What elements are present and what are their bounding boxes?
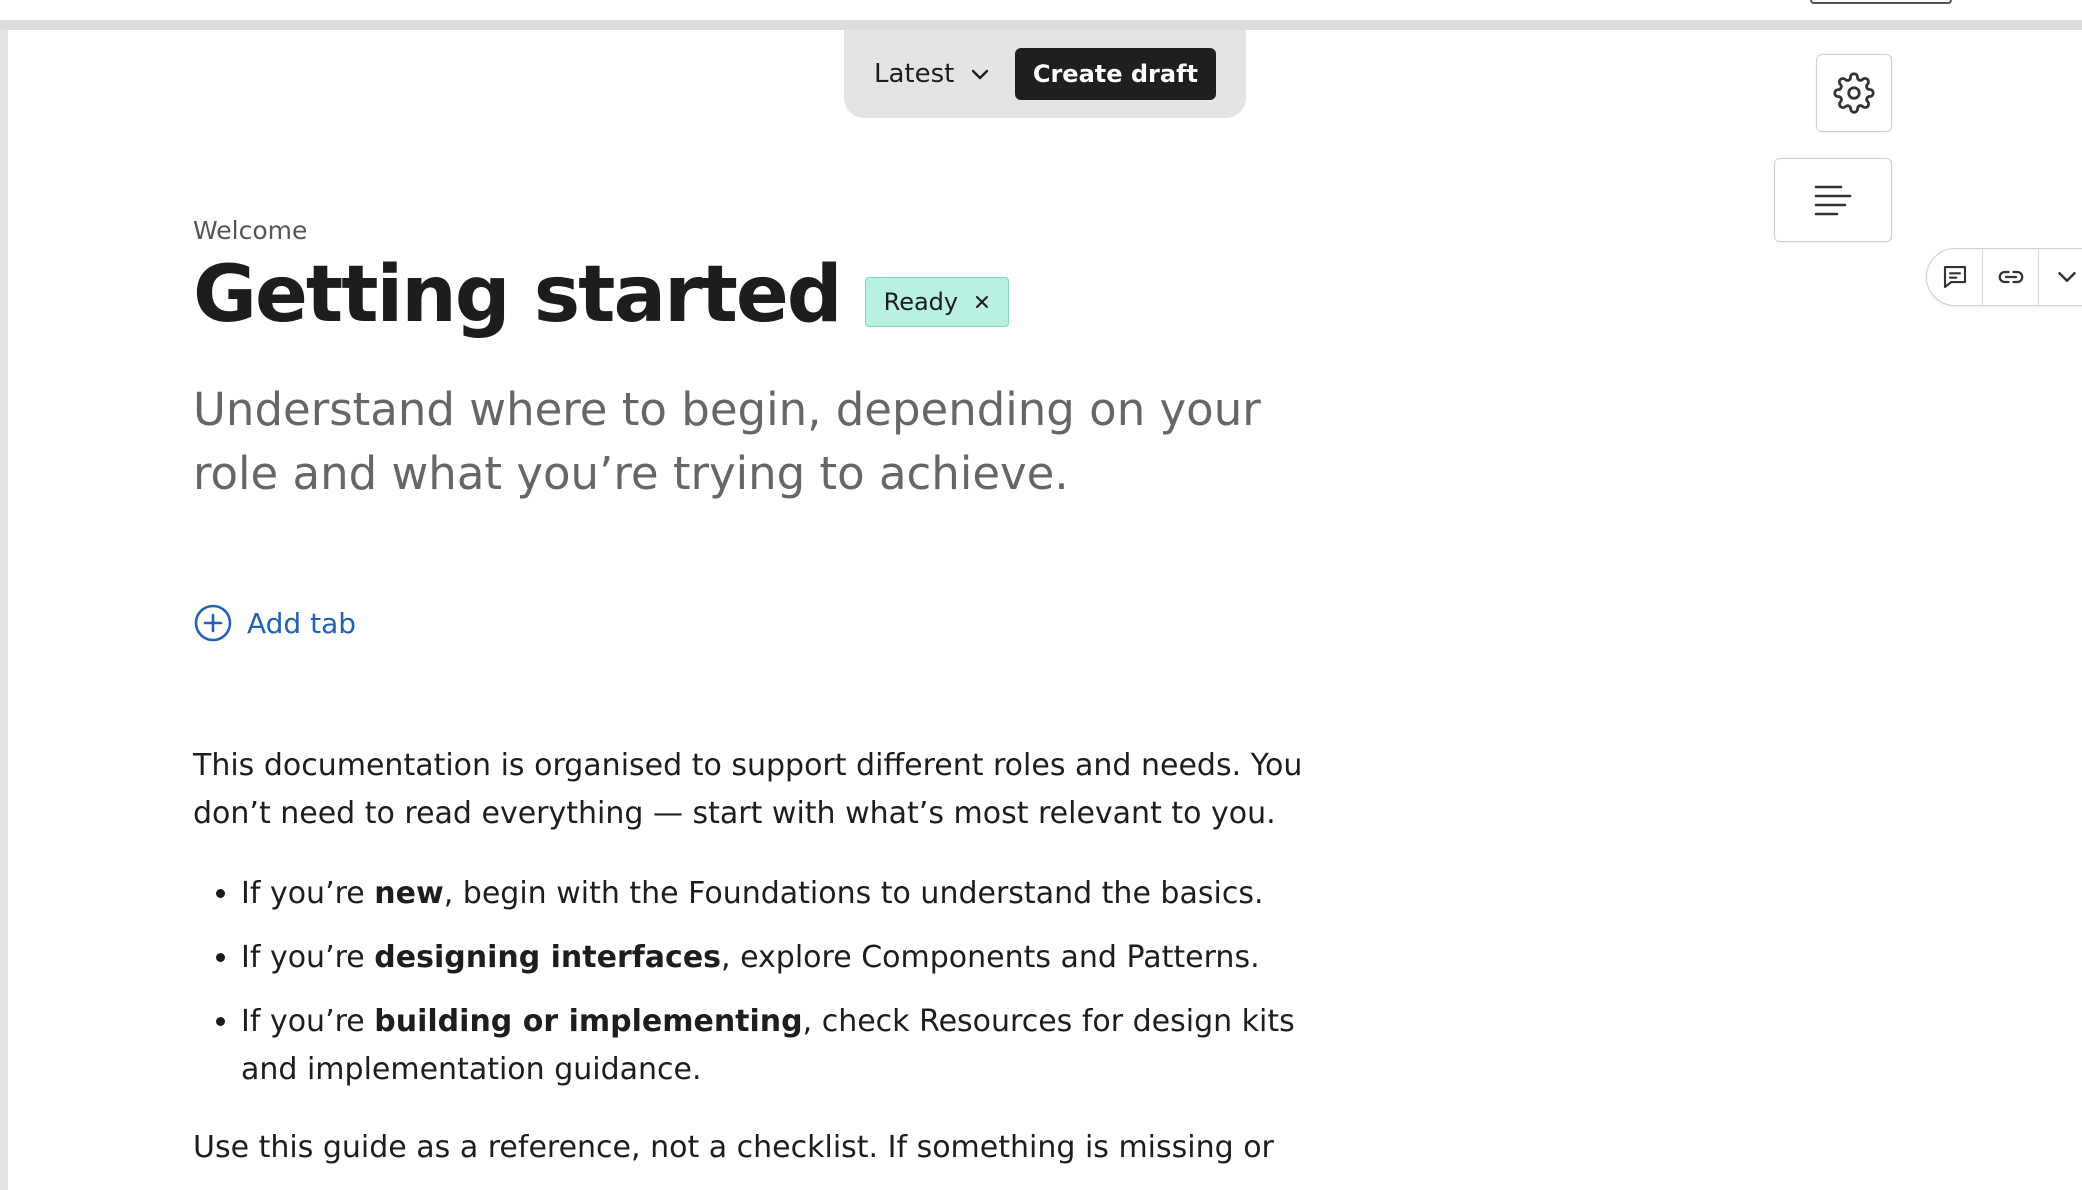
- create-draft-button[interactable]: Create draft: [1014, 48, 1216, 100]
- chevron-down-icon: [972, 69, 989, 80]
- status-badge-label: Ready: [883, 288, 959, 316]
- comment-button[interactable]: [1927, 248, 1984, 306]
- list-item[interactable]: If you’re new, begin with the Foundation…: [241, 870, 1343, 918]
- comment-icon: [1943, 265, 1966, 289]
- gear-icon: [1833, 72, 1875, 114]
- link-icon: [1998, 270, 2023, 284]
- chevron-down-icon: [2058, 272, 2076, 282]
- block-action-toolbar: [1926, 248, 2082, 306]
- outro-paragraph[interactable]: Use this guide as a reference, not a che…: [193, 1124, 1343, 1172]
- add-tab-label: Add tab: [247, 606, 357, 640]
- add-tab-button[interactable]: Add tab: [193, 603, 356, 643]
- editor-canvas: Latest Create draft Welcome Getting star…: [8, 30, 2082, 1190]
- body-text: This documentation is organised to suppo…: [193, 742, 1343, 1172]
- browser-top-strip: [0, 0, 2082, 22]
- table-of-contents-button[interactable]: [1774, 158, 1892, 242]
- list-item[interactable]: If you’re designing interfaces, explore …: [241, 934, 1343, 982]
- breadcrumb[interactable]: Welcome: [193, 216, 307, 245]
- version-label: Latest: [874, 59, 955, 89]
- page-title[interactable]: Getting started: [193, 256, 843, 334]
- align-left-icon: [1814, 185, 1852, 216]
- top-strip-divider: [0, 20, 2082, 30]
- intro-paragraph[interactable]: This documentation is organised to suppo…: [193, 742, 1343, 838]
- version-toolbar: Latest Create draft: [844, 30, 1246, 118]
- list-item[interactable]: If you’re building or implementing, chec…: [241, 998, 1343, 1094]
- plus-circle-icon: [194, 604, 232, 642]
- copy-link-button[interactable]: [1983, 248, 2040, 306]
- top-partial-control[interactable]: [1810, 0, 1952, 4]
- more-actions-button[interactable]: [2039, 248, 2082, 306]
- version-select[interactable]: Latest: [874, 59, 992, 89]
- settings-button[interactable]: [1816, 54, 1892, 132]
- title-row: Getting started Ready: [193, 256, 1010, 334]
- status-badge[interactable]: Ready: [864, 277, 1010, 327]
- role-list: If you’re new, begin with the Foundation…: [241, 870, 1343, 1094]
- close-icon[interactable]: [974, 294, 990, 310]
- page-subtitle[interactable]: Understand where to begin, depending on …: [193, 378, 1343, 506]
